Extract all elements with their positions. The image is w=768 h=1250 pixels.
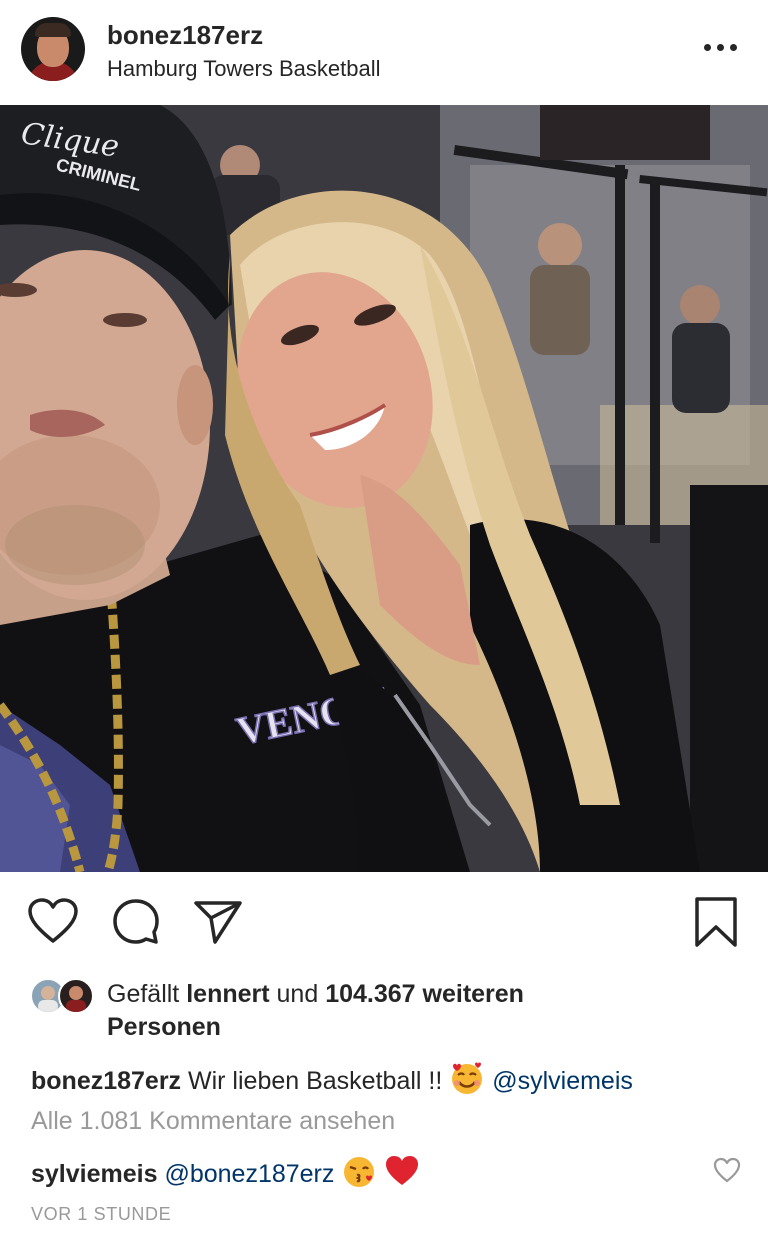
- more-dot: [717, 44, 724, 51]
- caption-username[interactable]: bonez187erz: [31, 1067, 181, 1095]
- more-options-icon[interactable]: [704, 44, 744, 54]
- more-dot: [730, 44, 737, 51]
- liked-by-avatars[interactable]: [30, 978, 96, 1016]
- avatar-hair: [35, 23, 71, 37]
- more-dot: [704, 44, 711, 51]
- smiling-face-with-hearts-emoji: [449, 1060, 485, 1105]
- comment-like-heart-icon[interactable]: [713, 1157, 741, 1188]
- paper-plane-icon[interactable]: [193, 898, 243, 951]
- red-heart-emoji: [384, 1154, 420, 1197]
- likes-prefix: Gefällt: [107, 980, 180, 1008]
- likes-count[interactable]: 104.367 weiteren: [325, 980, 524, 1008]
- post-photo[interactable]: VENOM Clique CRIMINEL: [0, 105, 768, 872]
- post-caption: bonez187erz Wir lieben Basketball !! @sy…: [31, 1060, 633, 1105]
- caption-text: Wir lieben Basketball !!: [188, 1067, 443, 1096]
- comment-username[interactable]: sylviemeis: [31, 1160, 158, 1188]
- bookmark-icon[interactable]: [694, 896, 738, 953]
- post-username[interactable]: bonez187erz: [107, 20, 263, 51]
- liker-avatar: [58, 978, 94, 1014]
- comment-mention[interactable]: @bonez187erz: [164, 1160, 334, 1188]
- heart-outline-icon[interactable]: [28, 898, 78, 949]
- kissing-face-emoji: [341, 1153, 377, 1198]
- post-header: bonez187erz Hamburg Towers Basketball: [0, 0, 768, 105]
- liker-username[interactable]: lennert: [186, 980, 269, 1008]
- comment-row: sylviemeis @bonez187erz: [31, 1153, 420, 1198]
- caption-mention[interactable]: @sylviemeis: [492, 1067, 633, 1095]
- photo-illustration: VENOM Clique CRIMINEL: [0, 105, 768, 872]
- likes-suffix[interactable]: Personen: [107, 1013, 221, 1041]
- post-location[interactable]: Hamburg Towers Basketball: [107, 56, 381, 82]
- post-timestamp: VOR 1 STUNDE: [31, 1204, 172, 1224]
- likes-middle: und: [276, 980, 319, 1008]
- view-all-comments-link[interactable]: Alle 1.081 Kommentare ansehen: [31, 1107, 395, 1136]
- comment-bubble-icon[interactable]: [111, 898, 161, 951]
- user-avatar[interactable]: [21, 17, 85, 81]
- action-bar: [0, 872, 768, 972]
- likes-summary[interactable]: Gefällt lennert und 104.367 weiteren Per…: [107, 978, 727, 1044]
